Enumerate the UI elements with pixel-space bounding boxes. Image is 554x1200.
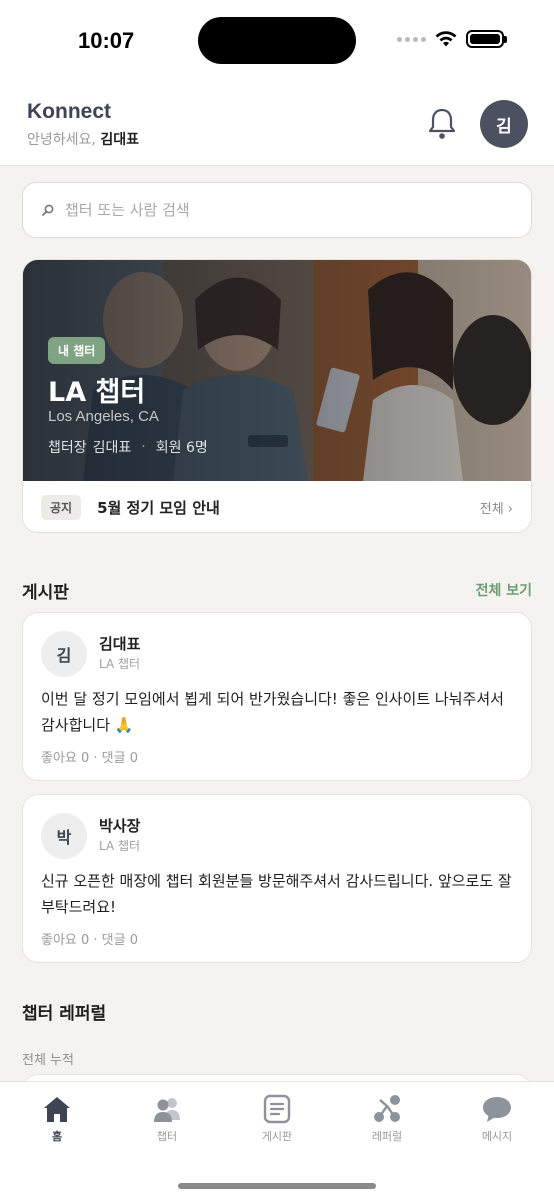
post-author-name[interactable]: 박사장	[99, 815, 140, 836]
greeting: 안녕하세요, 김대표	[27, 129, 139, 149]
notice-title[interactable]: 5월 정기 모임 안내	[97, 497, 480, 518]
status-bar: 10:07	[0, 0, 554, 84]
status-indicators	[397, 30, 507, 48]
post-author-name[interactable]: 김대표	[99, 633, 140, 654]
tab-home-label: 홈	[51, 1130, 63, 1143]
wifi-icon	[435, 31, 457, 47]
tab-referral-label: 레퍼럴	[371, 1130, 403, 1143]
post-body: 신규 오픈한 매장에 챕터 회원분들 방문해주셔서 감사드립니다. 앞으로도 잘…	[41, 872, 512, 916]
tab-board-label: 게시판	[261, 1130, 293, 1143]
tab-messages[interactable]: 메시지	[452, 1094, 542, 1144]
member-count: 회원 6명	[155, 440, 208, 456]
referral-subtitle: 전체 누적	[22, 1053, 74, 1068]
referral-icon	[374, 1095, 400, 1122]
search-bar[interactable]	[22, 182, 532, 238]
home-icon	[44, 1097, 70, 1122]
tab-chapters-label: 챕터	[156, 1130, 178, 1143]
status-time: 10:07	[78, 28, 135, 53]
tab-chapters[interactable]: 챕터	[122, 1094, 212, 1144]
notice-tag: 공지	[41, 495, 82, 520]
tab-home[interactable]: 홈	[12, 1094, 102, 1144]
chapter-meta: 챕터장 김대표 · 회원 6명	[48, 437, 208, 457]
post-author-avatar[interactable]: 박	[41, 813, 87, 859]
tab-board[interactable]: 게시판	[232, 1094, 322, 1144]
leader-name: 김대표	[92, 440, 132, 456]
board-section-title: 게시판	[22, 583, 69, 603]
app-screen: 10:07 Konnect 안녕하세요, 김대표 김 챕터 또는 사람 검색 내…	[0, 0, 554, 1200]
people-icon	[154, 1098, 180, 1122]
profile-avatar-button[interactable]: 김	[480, 100, 528, 148]
greeting-user-name: 김대표	[100, 132, 139, 148]
battery-icon	[466, 30, 507, 48]
signal-icon	[397, 36, 426, 42]
post-body: 이번 달 정기 모임에서 뵙게 되어 반가웠습니다! 좋은 인사이트 나눠주셔서…	[41, 690, 504, 734]
brand-title: Konnect	[27, 100, 111, 123]
notification-bell-icon[interactable]	[426, 106, 458, 142]
dynamic-island	[198, 17, 356, 64]
search-icon	[42, 204, 54, 216]
tab-messages-label: 메시지	[481, 1130, 513, 1143]
post-card[interactable]: 박 박사장 LA 챕터 신규 오픈한 매장에 챕터 회원분들 방문해주셔서 감사…	[22, 794, 532, 963]
chapter-name: LA 챕터	[48, 377, 146, 408]
my-chapter-badge: 내 챕터	[48, 337, 106, 364]
notice-row[interactable]: 공지 5월 정기 모임 안내 전체 ›	[23, 481, 531, 532]
post-author-avatar[interactable]: 김	[41, 631, 87, 677]
greeting-prefix: 안녕하세요,	[27, 132, 96, 148]
home-indicator[interactable]	[178, 1183, 376, 1189]
board-icon	[263, 1094, 291, 1124]
leader-label: 챕터장	[48, 440, 87, 456]
app-header: Konnect 안녕하세요, 김대표 김	[0, 84, 554, 166]
referral-section-title: 챕터 레퍼럴	[22, 1004, 107, 1024]
post-card[interactable]: 김 김대표 LA 챕터 이번 달 정기 모임에서 뵙게 되어 반가웠습니다! 좋…	[22, 612, 532, 781]
my-chapter-card[interactable]: 내 챕터 LA 챕터 Los Angeles, CA 챕터장 김대표 · 회원 …	[22, 259, 532, 533]
tab-referral[interactable]: 레퍼럴	[342, 1094, 432, 1144]
post-chapter: LA 챕터	[99, 839, 141, 853]
notice-view-all-link[interactable]: 전체 ›	[480, 498, 513, 517]
meta-separator: ·	[141, 439, 146, 455]
post-stats: 좋아요 0 · 댓글 0	[41, 933, 139, 948]
chat-icon	[483, 1097, 511, 1122]
chapter-location: Los Angeles, CA	[48, 408, 159, 425]
post-chapter: LA 챕터	[99, 657, 141, 671]
search-input[interactable]	[65, 201, 485, 219]
board-view-all-link[interactable]: 전체 보기	[476, 580, 532, 600]
post-stats: 좋아요 0 · 댓글 0	[41, 751, 139, 766]
